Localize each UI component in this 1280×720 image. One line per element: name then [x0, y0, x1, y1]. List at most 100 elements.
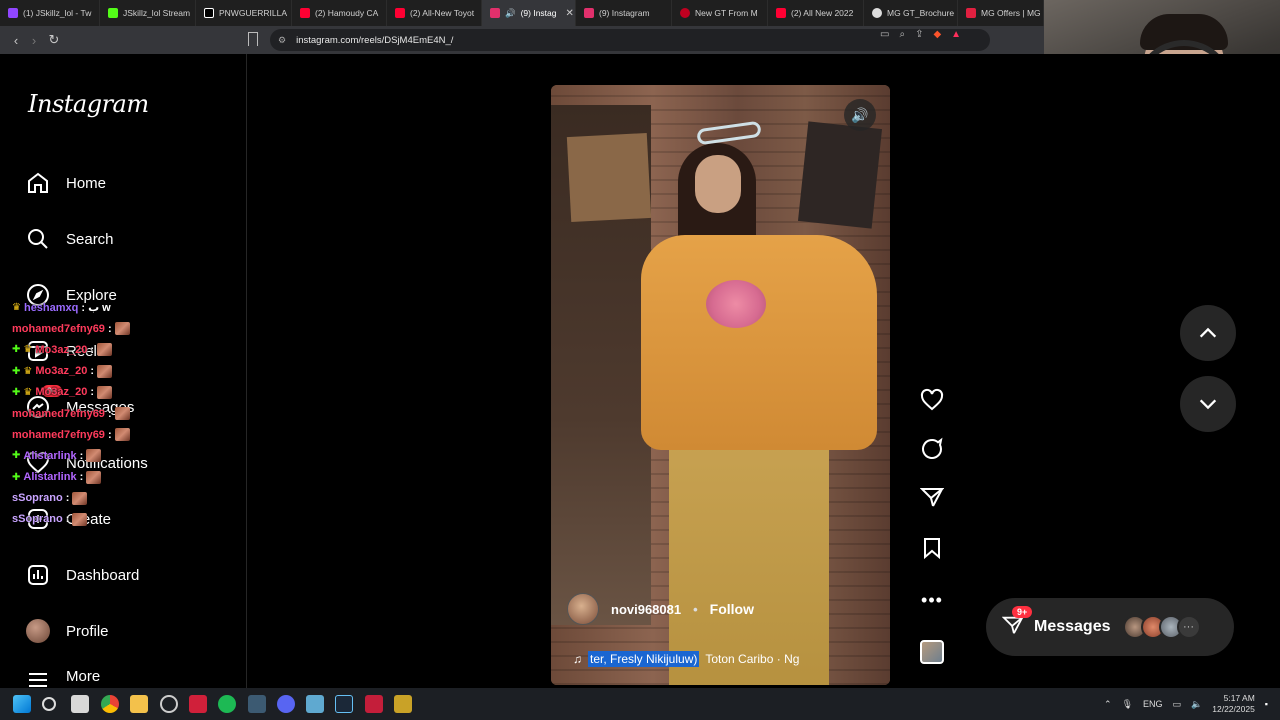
- reel-author: novi968081 • Follow: [567, 593, 754, 625]
- kick-icon: [108, 8, 118, 18]
- chat-separator: :: [79, 449, 84, 462]
- system-tray: ⌃ 🎙 ENG ▭ 🔈 5:17 AM 12/22/2025 ▪: [1104, 688, 1268, 720]
- more-options-button[interactable]: •••: [916, 584, 948, 616]
- browser-tab[interactable]: New GT From M: [672, 0, 768, 26]
- cast-icon[interactable]: ▭: [880, 29, 889, 40]
- sidebar-item-profile[interactable]: Profile: [26, 615, 109, 647]
- task-view-icon[interactable]: [71, 695, 89, 713]
- browser-tab[interactable]: (1) JSkillz_lol - Tw: [0, 0, 100, 26]
- browser-tab-active[interactable]: 🔊 (9) Instag ✕: [482, 0, 576, 26]
- chat-emote: [97, 385, 113, 399]
- search-icon[interactable]: [42, 697, 56, 711]
- volume-button[interactable]: 🔊: [844, 99, 876, 131]
- share-button[interactable]: [916, 481, 948, 513]
- windows-start-icon[interactable]: [13, 695, 31, 713]
- clock[interactable]: 5:17 AM 12/22/2025: [1212, 693, 1255, 715]
- instagram-icon: [490, 8, 500, 18]
- instagram-logo[interactable]: Instagram: [28, 90, 149, 118]
- network-icon[interactable]: ▭: [1173, 699, 1182, 710]
- chat-separator: :: [81, 301, 86, 314]
- hanging-bag-shape: [797, 121, 883, 229]
- bookmark-icon[interactable]: [248, 32, 258, 46]
- forward-button[interactable]: ›: [24, 30, 44, 50]
- dashboard-icon: [26, 563, 50, 587]
- discord-icon[interactable]: [277, 695, 295, 713]
- sidebar-item-search[interactable]: Search: [26, 223, 114, 255]
- close-icon[interactable]: ✕: [566, 8, 574, 19]
- author-avatar[interactable]: [567, 593, 599, 625]
- obs-icon[interactable]: [248, 695, 266, 713]
- chat-separator: :: [90, 343, 95, 356]
- browser-tab[interactable]: PNWGUERRILLA: [196, 0, 292, 26]
- sub-badge-icon: ✚: [12, 386, 21, 398]
- chrome-icon[interactable]: [101, 695, 119, 713]
- messages-pill-badge: 9+: [1012, 605, 1033, 618]
- x-icon: [204, 8, 214, 18]
- chat-username: mohamed7efny69: [12, 407, 105, 420]
- sidebar-item-more[interactable]: More: [26, 668, 100, 688]
- crown-badge-icon: ♛: [23, 365, 33, 377]
- browser-tab[interactable]: MG GT_Brochure: [864, 0, 958, 26]
- follow-button[interactable]: Follow: [710, 601, 754, 617]
- chat-separator: :: [107, 407, 112, 420]
- spotify-icon[interactable]: [218, 695, 236, 713]
- comment-icon: [922, 437, 943, 459]
- globe-icon: [872, 8, 882, 18]
- language-indicator[interactable]: ENG: [1143, 699, 1163, 709]
- microphone-icon[interactable]: 🎙: [1122, 699, 1133, 710]
- browser-tab[interactable]: (2) All-New Toyot: [387, 0, 482, 26]
- sidebar-item-dashboard[interactable]: Dashboard: [26, 559, 139, 591]
- previous-reel-button[interactable]: [1180, 305, 1236, 361]
- youtube-icon: [776, 8, 786, 18]
- reload-button[interactable]: ↻: [44, 30, 64, 50]
- browser-tab[interactable]: (2) Hamoudy CA: [292, 0, 387, 26]
- chat-line: mohamed7efny69 :: [12, 318, 242, 339]
- chevron-up-icon[interactable]: ⌃: [1104, 699, 1112, 710]
- notification-icon[interactable]: ▪: [1265, 699, 1268, 709]
- browser-tab[interactable]: (9) Instagram: [576, 0, 672, 26]
- chat-line: ✚ ♛ Mo3az_20 :: [12, 382, 242, 403]
- app-icon[interactable]: [394, 695, 412, 713]
- chat-username: Alistarlink: [23, 449, 77, 462]
- chat-emote: [114, 322, 130, 336]
- reel-video[interactable]: 🔊 novi968081 • Follow ♫ ter, Fresly Niki…: [551, 85, 890, 685]
- app-icon[interactable]: [189, 695, 207, 713]
- audio-icon: 🔊: [505, 7, 516, 18]
- comment-button[interactable]: [916, 433, 948, 465]
- browser-tab[interactable]: JSkillz_lol Stream: [100, 0, 196, 26]
- chat-username: mohamed7efny69: [12, 428, 105, 441]
- youtube-icon: [300, 8, 310, 18]
- save-button[interactable]: [916, 532, 948, 564]
- audio-page-button[interactable]: [916, 636, 948, 668]
- steam-icon[interactable]: [335, 695, 353, 713]
- sub-badge-icon: ✚: [12, 471, 21, 483]
- chat-username: Alistarlink: [23, 471, 77, 484]
- like-button[interactable]: [916, 384, 948, 416]
- chat-emote: [72, 491, 88, 505]
- app-icon[interactable]: [160, 695, 178, 713]
- instagram-icon: [584, 8, 594, 18]
- volume-icon[interactable]: 🔈: [1191, 699, 1202, 710]
- shirt-shape: [641, 235, 877, 450]
- rewards-icon[interactable]: ▲: [951, 29, 961, 40]
- share-icon[interactable]: ⇪: [915, 29, 923, 40]
- file-explorer-icon[interactable]: [130, 695, 148, 713]
- browser-tab[interactable]: (2) All New 2022: [768, 0, 864, 26]
- sub-badge-icon: ✚: [12, 365, 21, 377]
- app-icon[interactable]: [306, 695, 324, 713]
- site-settings-icon[interactable]: ⚙: [278, 35, 286, 46]
- chat-emote: [72, 512, 88, 526]
- browser-tab[interactable]: MG Offers | MG: [958, 0, 1044, 26]
- chat-emote: [114, 428, 130, 442]
- app-icon[interactable]: [365, 695, 383, 713]
- chat-line: mohamed7efny69 :: [12, 424, 242, 445]
- sidebar-item-home[interactable]: Home: [26, 167, 106, 199]
- reel-audio[interactable]: ♫ ter, Fresly Nikijuluw) Toton Caribo · …: [573, 651, 799, 667]
- author-username[interactable]: novi968081: [611, 602, 681, 617]
- home-icon: [26, 171, 50, 195]
- shield-icon[interactable]: ◆: [933, 29, 941, 40]
- zoom-icon[interactable]: ⌕: [899, 29, 905, 40]
- back-button[interactable]: ‹: [6, 30, 26, 50]
- next-reel-button[interactable]: [1180, 376, 1236, 432]
- messages-pill[interactable]: 9+ Messages ···: [986, 598, 1234, 656]
